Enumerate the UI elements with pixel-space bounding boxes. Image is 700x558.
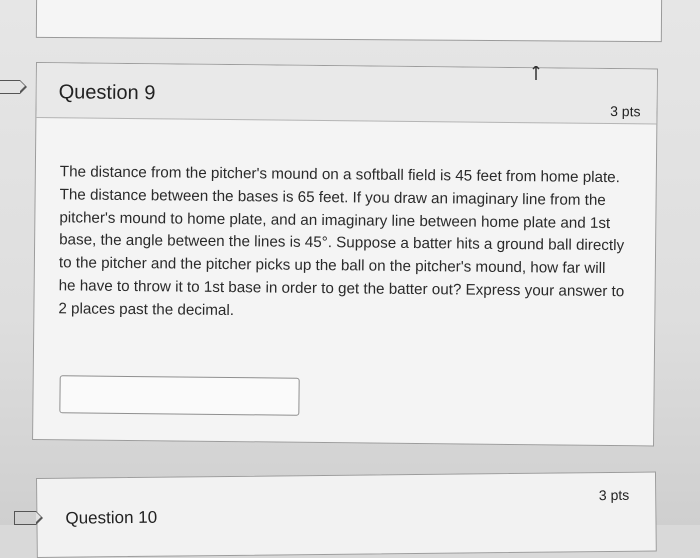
quiz-page: Question 9 3 pts The distance from the p… [0, 0, 700, 558]
flag-icon[interactable] [14, 510, 43, 525]
question-points: 3 pts [610, 103, 641, 120]
previous-question-card [35, 0, 663, 43]
question-10-card: Question 10 3 pts [36, 471, 657, 558]
question-header: Question 9 3 pts [36, 63, 657, 125]
question-9-card: Question 9 3 pts The distance from the p… [32, 62, 658, 447]
question-title: Question 10 [65, 507, 158, 528]
question-title: Question 9 [58, 81, 156, 105]
question-points: 3 pts [598, 486, 630, 504]
mouse-cursor-icon [532, 66, 540, 80]
flag-icon[interactable] [0, 79, 27, 94]
answer-input[interactable] [59, 375, 300, 416]
question-text: The distance from the pitcher's mound on… [58, 163, 625, 319]
